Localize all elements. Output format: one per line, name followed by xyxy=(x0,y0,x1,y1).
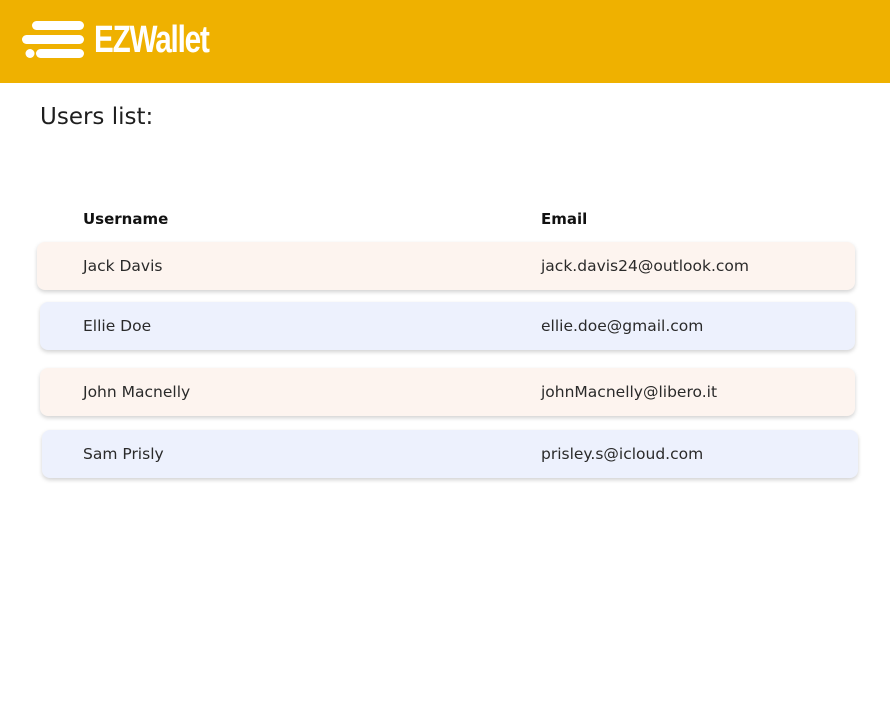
email-cell: ellie.doe@gmail.com xyxy=(541,317,704,335)
page-title: Users list: xyxy=(40,104,154,130)
table-row[interactable]: John Macnelly johnMacnelly@libero.it xyxy=(40,368,855,416)
speed-lines-icon xyxy=(22,20,86,60)
table-row[interactable]: Ellie Doe ellie.doe@gmail.com xyxy=(40,302,855,350)
table-row[interactable]: Sam Prisly prisley.s@icloud.com xyxy=(42,430,858,478)
table-row[interactable]: Jack Davis jack.davis24@outlook.com xyxy=(37,242,855,290)
email-cell: johnMacnelly@libero.it xyxy=(541,383,718,401)
username-cell: Sam Prisly xyxy=(83,445,164,463)
username-cell: Ellie Doe xyxy=(83,317,152,335)
table-header: Username Email xyxy=(0,210,890,230)
username-cell: John Macnelly xyxy=(83,383,191,401)
column-header-username: Username xyxy=(83,210,169,228)
brand-logo[interactable]: EZWallet xyxy=(22,20,241,60)
email-cell: prisley.s@icloud.com xyxy=(541,445,704,463)
top-app-bar: EZWallet xyxy=(0,0,890,83)
column-header-email: Email xyxy=(541,210,588,228)
username-cell: Jack Davis xyxy=(83,257,163,275)
email-cell: jack.davis24@outlook.com xyxy=(541,257,750,275)
brand-name: EZWallet xyxy=(94,19,210,61)
